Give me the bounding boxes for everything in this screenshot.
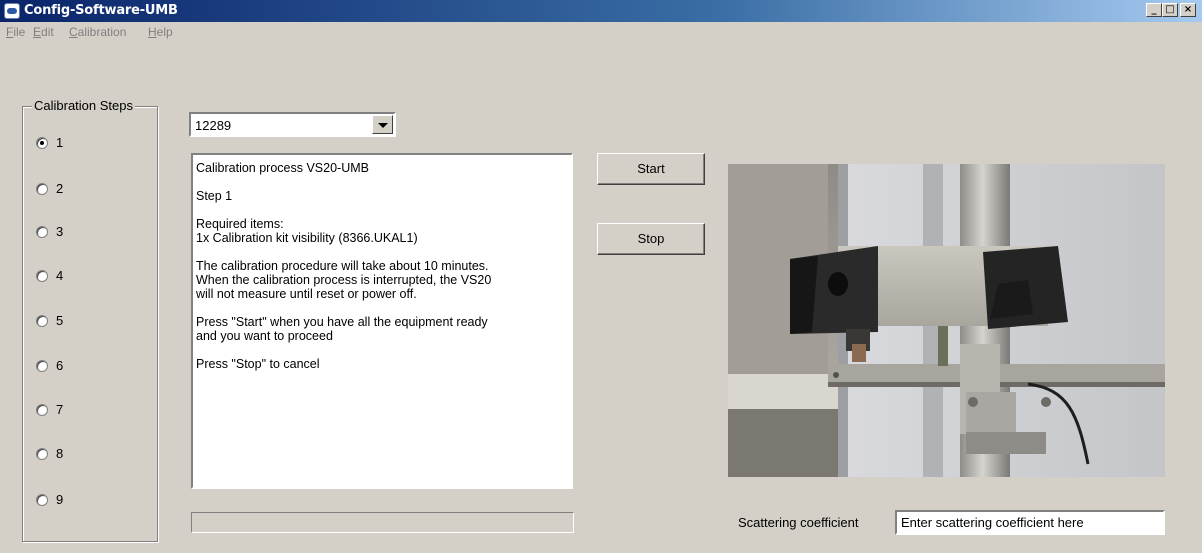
step-label: 1 xyxy=(56,135,64,150)
maximize-button[interactable]: □ xyxy=(1162,3,1178,17)
radio-button[interactable] xyxy=(36,226,48,238)
device-select-value: 12289 xyxy=(195,118,232,133)
step-label: 9 xyxy=(56,492,64,507)
calibration-steps-label: Calibration Steps xyxy=(32,98,135,113)
close-button[interactable]: × xyxy=(1180,3,1196,17)
step-label: 2 xyxy=(56,181,64,196)
scattering-coefficient-label: Scattering coefficient xyxy=(738,515,859,530)
menu-file[interactable]: File xyxy=(6,25,25,39)
stop-button[interactable]: Stop xyxy=(597,223,705,255)
device-photo-illustration xyxy=(728,164,1165,477)
menu-bar: File Edit Calibration Help xyxy=(0,22,1202,42)
step-label: 8 xyxy=(56,446,64,461)
window-title: Config-Software-UMB xyxy=(24,3,178,18)
instructions-textbox[interactable]: Calibration process VS20-UMB Step 1 Requ… xyxy=(191,153,573,489)
step-label: 5 xyxy=(56,313,64,328)
minimize-button[interactable]: _ xyxy=(1146,3,1162,17)
chevron-down-icon[interactable] xyxy=(372,115,393,134)
start-button[interactable]: Start xyxy=(597,153,705,185)
device-photo xyxy=(728,164,1165,477)
menu-calibration[interactable]: Calibration xyxy=(69,25,126,39)
radio-button[interactable] xyxy=(36,404,48,416)
title-bar[interactable]: Config-Software-UMB _ □ × xyxy=(0,0,1202,22)
radio-button[interactable] xyxy=(36,137,48,149)
app-icon[interactable] xyxy=(4,3,20,19)
device-select[interactable]: 12289 xyxy=(189,112,396,137)
step-label: 4 xyxy=(56,268,64,283)
menu-edit[interactable]: Edit xyxy=(33,25,54,39)
radio-button[interactable] xyxy=(36,183,48,195)
radio-button[interactable] xyxy=(36,315,48,327)
radio-button[interactable] xyxy=(36,494,48,506)
menu-help[interactable]: Help xyxy=(148,25,173,39)
radio-button[interactable] xyxy=(36,448,48,460)
radio-button[interactable] xyxy=(36,270,48,282)
radio-button[interactable] xyxy=(36,360,48,372)
step-label: 3 xyxy=(56,224,64,239)
step-label: 6 xyxy=(56,358,64,373)
scattering-coefficient-input[interactable]: Enter scattering coefficient here xyxy=(895,510,1165,535)
step-label: 7 xyxy=(56,402,64,417)
progress-bar xyxy=(191,512,574,533)
